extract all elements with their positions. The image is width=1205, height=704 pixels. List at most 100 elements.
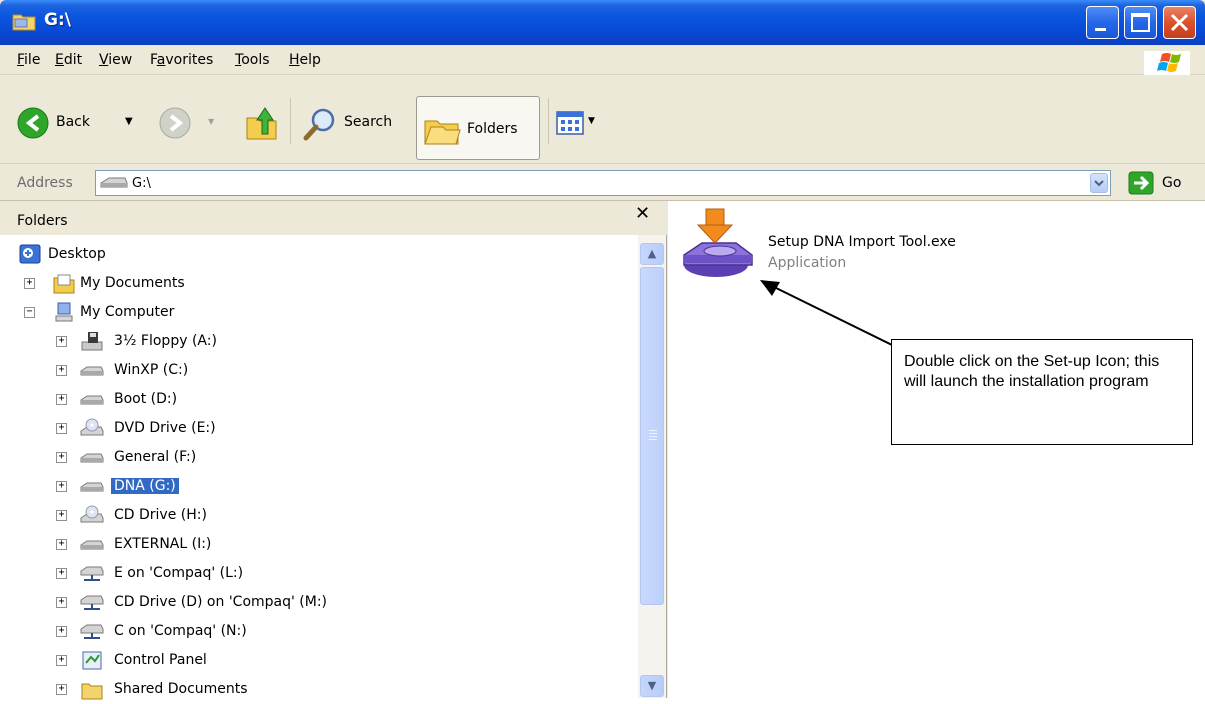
forward-button[interactable]: ▼ <box>158 104 228 144</box>
menu-favorites-label: vorites <box>165 52 214 68</box>
maximize-button[interactable] <box>1124 6 1157 39</box>
menu-favorites[interactable]: Favorites <box>150 52 213 68</box>
forward-dropdown-icon[interactable]: ▼ <box>208 117 214 126</box>
tree-item[interactable]: + Control Panel <box>0 647 638 675</box>
network-drive-icon <box>80 624 104 639</box>
expand-icon[interactable]: + <box>56 510 67 521</box>
tree-item-label: CD Drive (D) on 'Compaq' (M:) <box>114 594 328 610</box>
tree-item[interactable]: + General (F:) <box>0 444 638 472</box>
back-button[interactable]: Back ▼ <box>12 104 152 144</box>
up-folder-icon[interactable] <box>244 104 280 144</box>
hard-drive-icon <box>80 395 104 405</box>
tree-item[interactable]: + EXTERNAL (I:) <box>0 531 638 559</box>
close-pane-icon[interactable]: ✕ <box>635 203 650 224</box>
expand-icon[interactable]: + <box>56 481 67 492</box>
hard-drive-icon <box>80 366 104 376</box>
expand-icon[interactable]: + <box>56 568 67 579</box>
expand-icon[interactable]: + <box>56 452 67 463</box>
menu-edit-key: E <box>55 52 64 68</box>
tree-item-label: 3½ Floppy (A:) <box>114 333 217 349</box>
scroll-up-button[interactable]: ▲ <box>640 243 664 265</box>
folders-label: Folders <box>467 121 518 137</box>
address-input[interactable]: G:\ <box>95 170 1111 196</box>
menu-tools-label: ools <box>241 52 270 68</box>
tree-item-label: CD Drive (H:) <box>114 507 207 523</box>
minimize-button[interactable] <box>1086 6 1119 39</box>
views-dropdown-icon: ▼ <box>588 116 595 126</box>
expand-icon[interactable]: + <box>56 336 67 347</box>
tree-item[interactable]: + DNA (G:) <box>0 473 638 501</box>
close-icon <box>1170 13 1189 32</box>
menu-file-label: ile <box>24 52 41 68</box>
minimize-icon <box>1095 28 1106 31</box>
installer-icon <box>683 208 753 277</box>
tree-item-label: EXTERNAL (I:) <box>114 536 212 552</box>
tree-item[interactable]: + Boot (D:) <box>0 386 638 414</box>
expand-icon[interactable]: + <box>56 597 67 608</box>
expand-icon[interactable]: + <box>56 626 67 637</box>
expand-icon[interactable]: + <box>56 684 67 695</box>
folders-pane: Folders ✕ Desktop + My Documents − My Comput… <box>0 201 667 700</box>
vertical-scrollbar[interactable]: ▲ ▼ <box>638 235 666 698</box>
tree-item[interactable]: Desktop <box>0 241 638 269</box>
address-value: G:\ <box>132 176 151 191</box>
expand-icon[interactable]: + <box>24 278 35 289</box>
expand-icon[interactable]: + <box>56 394 67 405</box>
search-button[interactable]: Search <box>300 104 410 144</box>
network-drive-icon <box>80 566 104 581</box>
tree-item[interactable]: + CD Drive (H:) <box>0 502 638 530</box>
scroll-thumb[interactable] <box>640 267 664 605</box>
address-dropdown-button[interactable] <box>1090 173 1108 193</box>
hard-drive-icon <box>80 453 104 463</box>
tree-item[interactable]: +3½ Floppy (A:) <box>0 328 638 356</box>
tree-item-label: DNA (G:) <box>111 478 179 494</box>
expand-icon[interactable]: + <box>56 539 67 550</box>
file-item[interactable]: Setup DNA Import Tool.exe Application <box>680 207 1040 287</box>
toolbar-separator <box>290 98 291 144</box>
tree-item-label: My Documents <box>80 275 185 291</box>
search-icon <box>303 108 335 141</box>
tree-item[interactable]: + My Documents <box>0 270 638 298</box>
menu-bar: File Edit View Favorites Tools Help <box>0 45 1205 75</box>
tree-item[interactable]: + Shared Documents <box>0 676 638 704</box>
tree-item[interactable]: − My Computer <box>0 299 638 327</box>
menu-help[interactable]: Help <box>289 52 321 68</box>
tree-item[interactable]: + CD Drive (D) on 'Compaq' (M:) <box>0 589 638 617</box>
expand-icon[interactable]: + <box>56 365 67 376</box>
go-button[interactable]: Go <box>1120 171 1186 195</box>
maximize-icon <box>1131 13 1150 32</box>
tree-item[interactable]: + E on 'Compaq' (L:) <box>0 560 638 588</box>
expand-icon[interactable]: + <box>56 423 67 434</box>
windows-logo <box>1144 51 1190 75</box>
tree-item[interactable]: + DVD Drive (E:) <box>0 415 638 443</box>
go-label: Go <box>1162 175 1182 191</box>
tree-item-label: Control Panel <box>114 652 207 668</box>
menu-file[interactable]: File <box>17 52 40 68</box>
desktop-icon <box>19 244 41 264</box>
menu-view[interactable]: View <box>99 52 132 68</box>
instruction-callout: Double click on the Set-up Icon; this wi… <box>891 339 1193 445</box>
close-button[interactable] <box>1163 6 1196 39</box>
tree-item-label: Shared Documents <box>114 681 248 697</box>
menu-edit[interactable]: Edit <box>55 52 82 68</box>
folder-icon <box>12 14 36 31</box>
folders-pane-header: Folders ✕ <box>0 201 667 235</box>
menu-edit-label: dit <box>63 52 83 68</box>
menu-favorites-pre: F <box>150 52 157 68</box>
tree-item[interactable]: + WinXP (C:) <box>0 357 638 385</box>
folders-button[interactable]: Folders <box>416 96 540 160</box>
windows-flag-icon <box>1157 53 1181 72</box>
address-label: Address <box>17 175 73 191</box>
scroll-down-button[interactable]: ▼ <box>640 675 664 697</box>
tree-item[interactable]: + C on 'Compaq' (N:) <box>0 618 638 646</box>
collapse-icon[interactable]: − <box>24 307 35 318</box>
back-label: Back <box>56 114 90 130</box>
expand-icon[interactable]: + <box>56 655 67 666</box>
menu-tools[interactable]: Tools <box>235 52 270 68</box>
tree-item-label: Boot (D:) <box>114 391 178 407</box>
standard-toolbar: Back ▼ ▼ Search Folders ▼ <box>0 76 1205 164</box>
title-bar[interactable]: G:\ <box>0 0 1205 45</box>
back-dropdown-icon[interactable]: ▼ <box>125 116 133 127</box>
views-button[interactable]: ▼ <box>556 110 612 140</box>
tree-item-label: C on 'Compaq' (N:) <box>114 623 247 639</box>
